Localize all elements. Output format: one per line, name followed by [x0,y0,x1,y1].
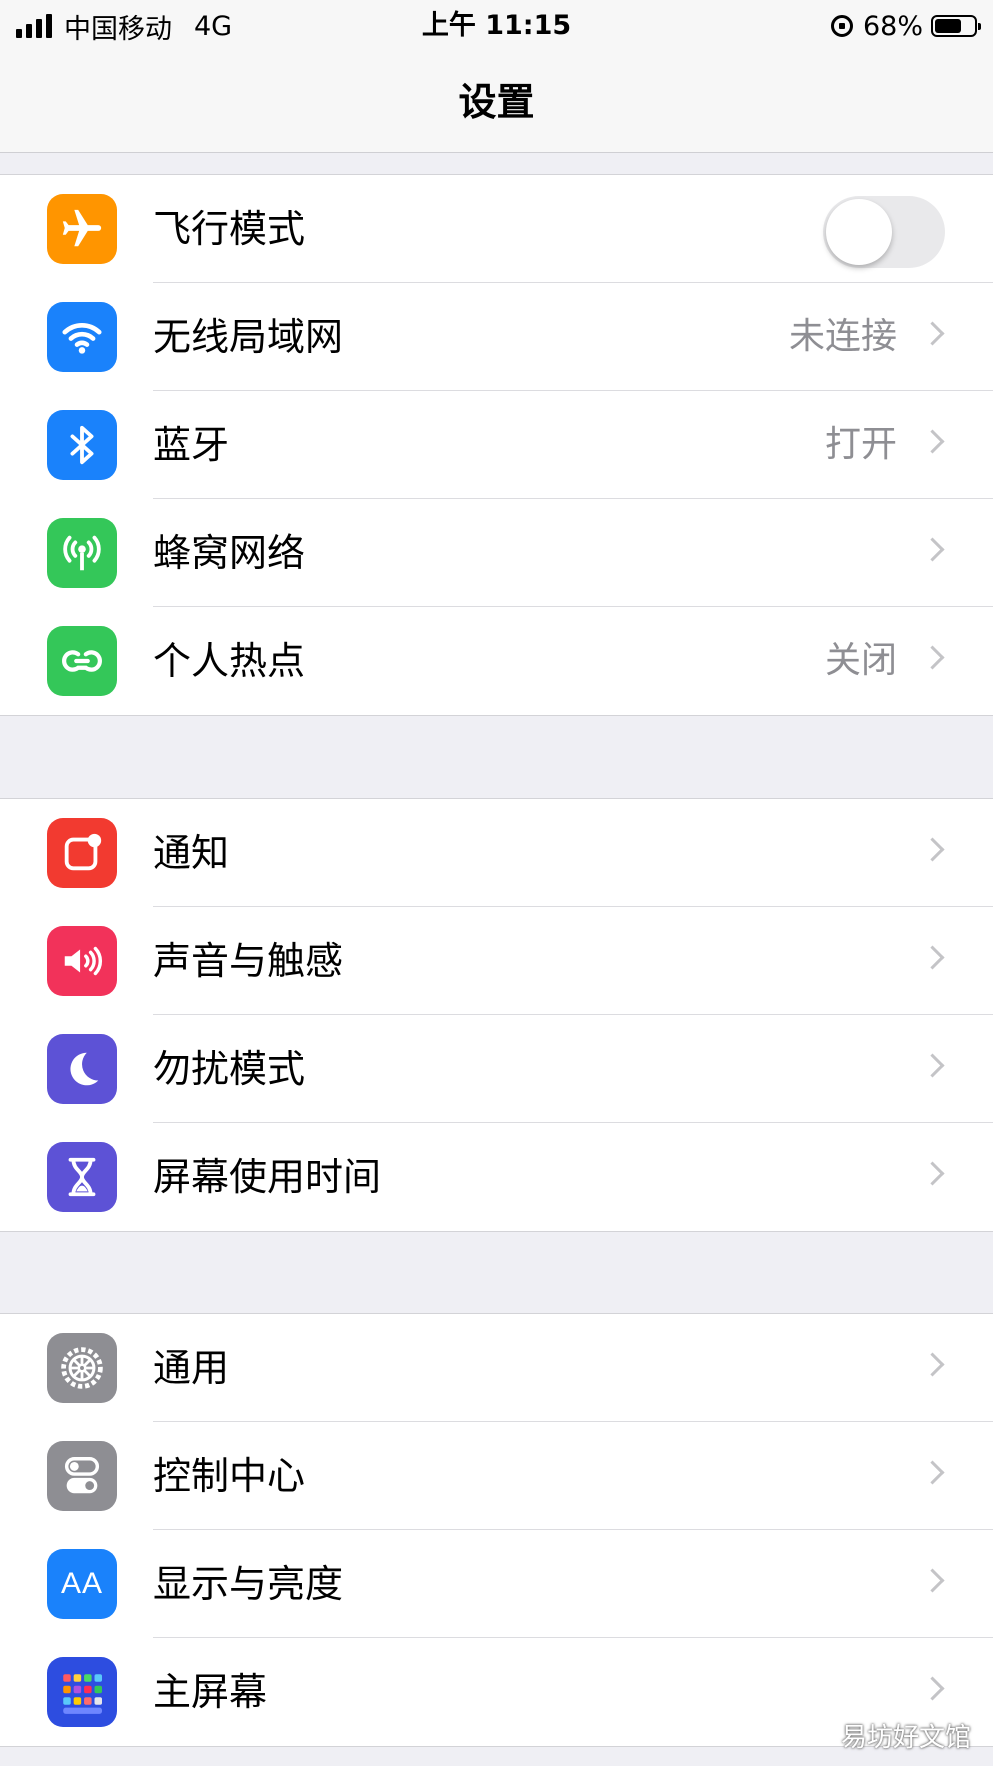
nav-bar: 设置 [0,52,993,153]
chevron-right-icon [920,1676,945,1701]
chevron-right-icon [920,429,945,454]
speaker-icon [47,926,117,996]
chevron-right-icon [920,1352,945,1377]
toggle-knob [826,199,892,265]
rotation-lock-icon [830,15,853,37]
row-label: 声音与触感 [153,939,344,983]
chevron-right-icon [920,645,945,670]
row-label: 无线局域网 [153,315,344,359]
row-label: 显示与亮度 [153,1562,344,1606]
airplane-mode-toggle[interactable] [823,196,945,268]
bluetooth-icon [47,410,117,480]
moon-icon [47,1034,117,1104]
watermark-text: 易坊好文馆 [840,1723,971,1753]
row-wifi[interactable]: 无线局域网 未连接 [0,283,993,391]
hourglass-icon [47,1142,117,1212]
battery-icon [931,15,981,37]
row-control-center[interactable]: 控制中心 [0,1422,993,1530]
chevron-right-icon [920,945,945,970]
row-label: 勿扰模式 [153,1047,306,1091]
gear-icon [47,1333,117,1403]
row-label: 控制中心 [153,1454,306,1498]
network-type: 4G [194,10,233,42]
row-label: 主屏幕 [153,1670,268,1714]
settings-group-notifications: 通知 声音与触感 勿扰模式 屏幕使用时间 [0,798,993,1232]
row-label: 屏幕使用时间 [153,1155,382,1199]
display-text-icon: AA [47,1549,117,1619]
chevron-right-icon [920,537,945,562]
row-label: 蜂窝网络 [153,531,306,575]
chevron-right-icon [920,1161,945,1186]
notification-icon [47,818,117,888]
airplane-icon [47,194,117,264]
row-bluetooth[interactable]: 蓝牙 打开 [0,391,993,499]
status-left: 中国移动 4G [16,8,233,45]
row-label: 通用 [153,1346,230,1390]
row-cellular[interactable]: 蜂窝网络 [0,499,993,607]
chevron-right-icon [920,837,945,862]
chevron-right-icon [920,1568,945,1593]
row-personal-hotspot[interactable]: 个人热点 关闭 [0,607,993,715]
hotspot-status: 关闭 [824,640,897,681]
display-icon-text: AA [60,1567,104,1600]
cellular-icon [47,518,117,588]
row-general[interactable]: 通用 [0,1314,993,1422]
row-display-brightness[interactable]: AA 显示与亮度 [0,1530,993,1638]
row-notifications[interactable]: 通知 [0,799,993,907]
wifi-status: 未连接 [788,316,897,357]
row-sounds-haptics[interactable]: 声音与触感 [0,907,993,1015]
bluetooth-status: 打开 [824,424,897,465]
signal-bars-icon [16,14,52,38]
status-bar: 中国移动 4G 上午 11:15 68% [0,0,993,52]
chevron-right-icon [920,321,945,346]
status-right: 68% [830,8,981,44]
battery-percent: 68% [862,10,923,42]
wifi-icon [47,302,117,372]
row-screen-time[interactable]: 屏幕使用时间 [0,1123,993,1231]
row-airplane-mode: 飞行模式 [0,175,993,283]
hotspot-icon [47,626,117,696]
settings-group-general: 通用 控制中心 AA 显示与亮度 主屏幕 [0,1313,993,1747]
row-do-not-disturb[interactable]: 勿扰模式 [0,1015,993,1123]
row-label: 蓝牙 [153,423,230,467]
row-label: 个人热点 [153,639,306,683]
chevron-right-icon [920,1460,945,1485]
switches-icon [47,1441,117,1511]
settings-group-connectivity: 飞行模式 无线局域网 未连接 蓝牙 打开 蜂窝网络 个人热点 关闭 [0,174,993,716]
home-grid-icon [47,1657,117,1727]
row-label: 通知 [153,831,230,875]
carrier-name: 中国移动 [64,13,172,45]
page-title: 设置 [458,80,535,124]
row-label: 飞行模式 [153,207,306,251]
chevron-right-icon [920,1053,945,1078]
